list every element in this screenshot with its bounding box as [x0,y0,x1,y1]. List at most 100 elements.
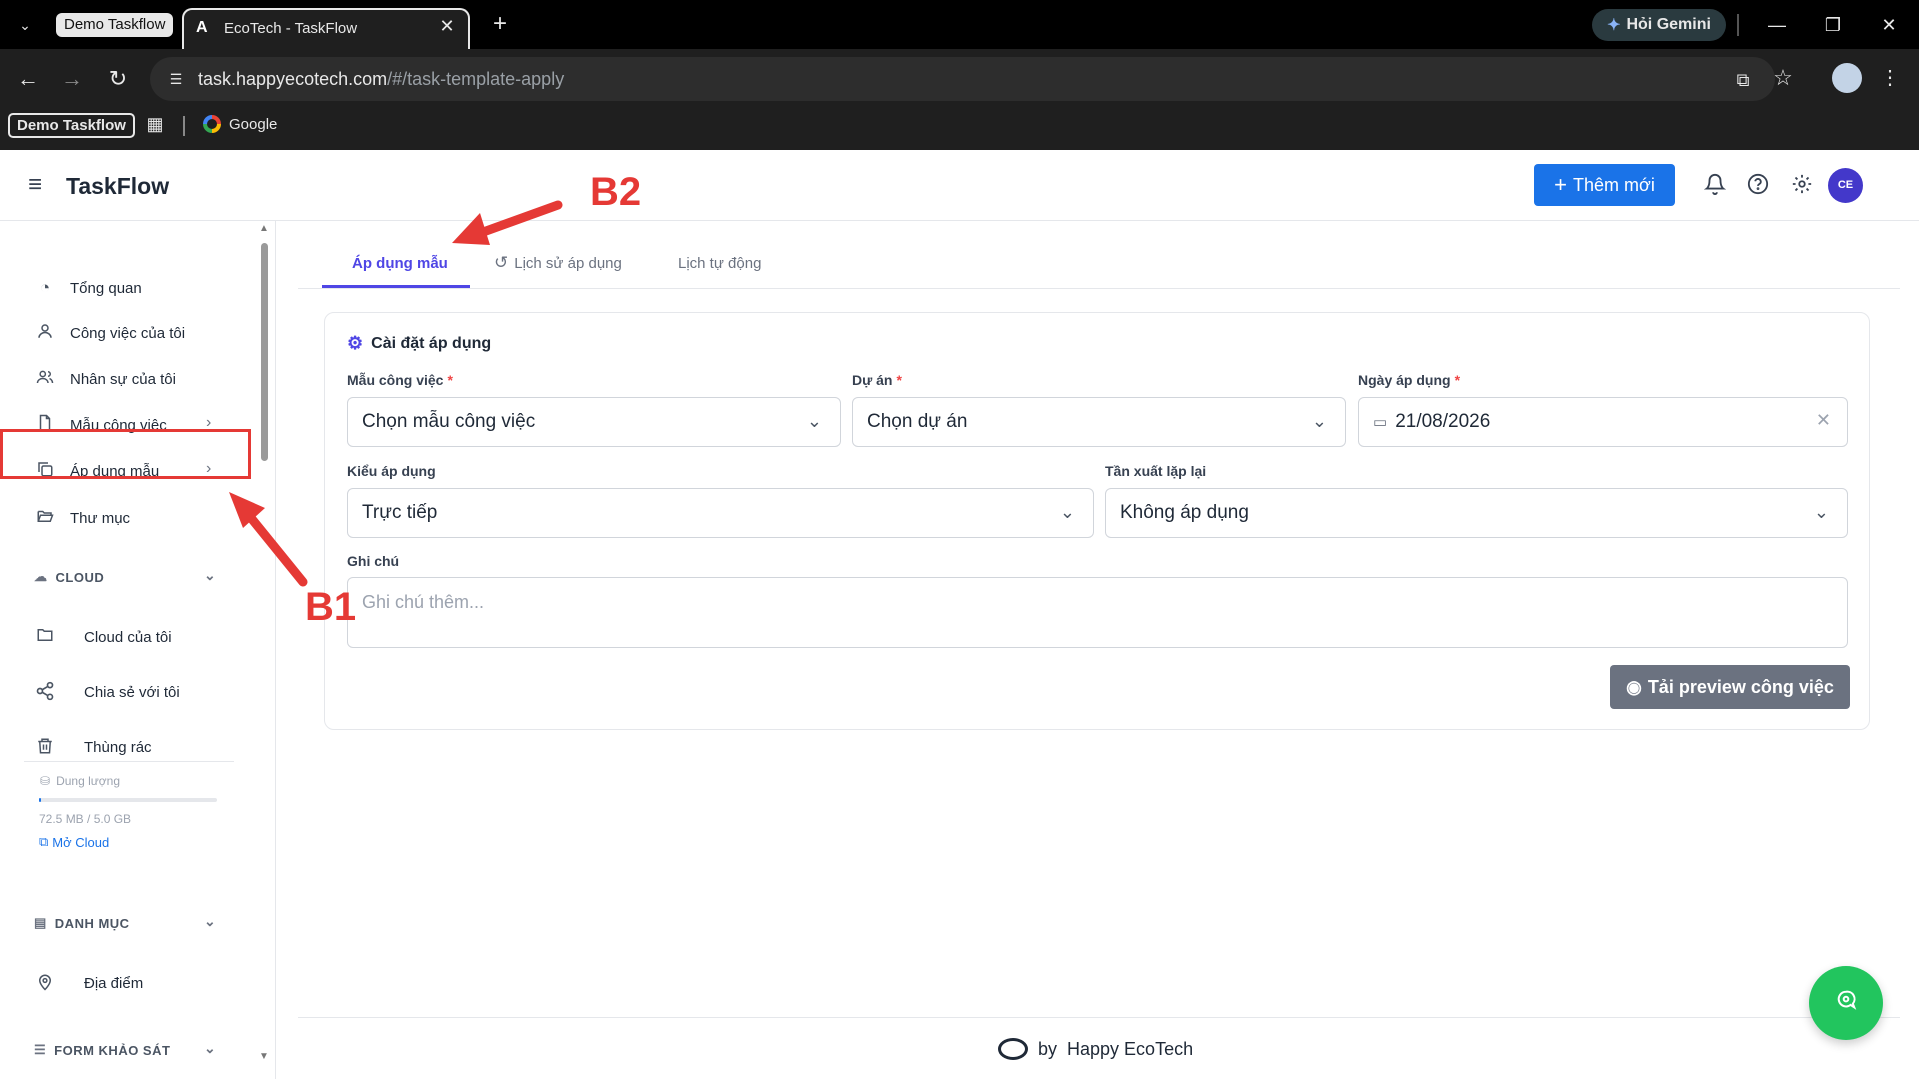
sidebar-item-label: Tổng quan [70,279,142,297]
profile-avatar[interactable] [1832,63,1862,93]
google-logo-icon [203,115,221,133]
sidebar-section-survey[interactable]: ☰ FORM KHẢO SÁT ⌄ [0,1038,252,1062]
bookmark-star-icon[interactable]: ☆ [1770,65,1796,91]
tab-title: EcoTech - TaskFlow [224,20,358,37]
browser-menu-icon[interactable]: ⋮ [1880,65,1900,93]
note-label: Ghi chú [347,553,400,569]
open-cloud-label: Mở Cloud [52,834,110,850]
open-cloud-link[interactable]: ⧉ Mở Cloud [39,834,109,850]
project-select-value: Chọn dự án [867,411,968,432]
gemini-button[interactable]: ✦ Hỏi Gemini [1592,9,1726,41]
sidebar-item-folders[interactable]: Thư mục [0,498,252,538]
date-picker[interactable]: ▭ 21/08/2026 ✕ [1358,397,1848,447]
forward-icon[interactable]: → [58,65,86,93]
ecotech-logo-icon [998,1038,1028,1060]
preview-button-label: Tải preview công việc [1647,676,1834,697]
active-tab-underline [322,285,470,288]
calendar-icon: ▭ [1373,414,1388,431]
external-link-icon: ⧉ [39,834,49,849]
sidebar-item-locations[interactable]: Địa điểm [0,963,252,1003]
bookmark-group-chip[interactable]: Demo Taskflow [8,113,135,138]
chevron-down-icon: ⌄ [1059,502,1075,522]
avatar[interactable]: CE [1828,168,1863,203]
footer-by: by [1038,1038,1058,1059]
hamburger-menu-icon[interactable]: ≡ [22,172,48,198]
note-textarea[interactable]: Ghi chú thêm... [347,577,1848,648]
chevron-down-icon: ⌄ [806,411,822,431]
close-tab-icon[interactable]: ✕ [436,16,458,38]
back-icon[interactable]: ← [14,65,42,93]
minimize-icon[interactable]: — [1764,12,1790,38]
sidebar-item-label: Chia sẻ với tôi [84,683,180,701]
tab-favicon-icon: A [196,19,208,36]
eye-icon: ◉ [1626,676,1642,697]
chevron-down-icon: ⌄ [1311,411,1327,431]
browser-chrome: ⌄ Demo Taskflow A EcoTech - TaskFlow ✕ +… [0,0,1919,150]
apply-type-value: Trực tiếp [362,502,438,523]
add-new-label: Thêm mới [1573,174,1655,195]
chevron-down-icon: ⌄ [1813,502,1829,522]
template-select[interactable]: Chọn mẫu công việc ⌄ [347,397,841,447]
storage-label-text: Dung lượng [56,774,120,788]
help-icon[interactable] [1745,173,1771,199]
database-icon: ⛁ [40,774,51,788]
sidebar-item-label: Thư mục [70,509,131,527]
translate-icon[interactable]: ⧉ [1730,67,1756,93]
tab-search-icon[interactable]: ⌄ [12,12,38,38]
sidebar-item-my-cloud[interactable]: Cloud của tôi [0,617,252,657]
tab-group-chip[interactable]: Demo Taskflow [56,13,174,37]
section-label: CLOUD [55,569,105,585]
sidebar-section-categories[interactable]: ▤ DANH MỤC ⌄ [0,911,252,935]
sidebar-item-label: Công việc của tôi [70,324,186,342]
bookmark-google[interactable]: Google [203,115,277,133]
url-text[interactable]: task.happyecotech.com/#/task-template-ap… [198,69,564,90]
scroll-up-arrow-icon[interactable]: ▲ [258,223,270,235]
browser-tab-active[interactable]: A EcoTech - TaskFlow ✕ [182,8,470,49]
gear-icon[interactable] [1789,173,1815,199]
sidebar-item-label: Cloud của tôi [84,628,172,646]
restore-icon[interactable]: ❐ [1820,12,1846,38]
storage-progress-fill [39,798,42,802]
site-info-icon[interactable]: ☰ [164,67,188,91]
project-label: Dự án * [852,372,902,388]
tab-label: Lịch sử áp dụng [514,254,622,272]
load-preview-button[interactable]: ◉ Tải preview công việc [1610,665,1850,709]
sidebar-section-cloud[interactable]: ☁ CLOUD ⌄ [0,565,252,589]
clock-icon: ◔ [39,278,51,297]
apply-type-select[interactable]: Trực tiếp ⌄ [347,488,1094,538]
tab-auto-schedule[interactable]: Lịch tự động [678,237,761,289]
users-icon [34,368,56,390]
repeat-select[interactable]: Không áp dụng ⌄ [1105,488,1848,538]
tab-label: Lịch tự động [678,254,762,272]
address-bar[interactable]: ☰ task.happyecotech.com/#/task-template-… [150,57,1793,101]
sidebar-item-my-tasks[interactable]: Công việc của tôi [0,313,252,353]
footer-brand: Happy EcoTech [1067,1038,1194,1059]
project-select[interactable]: Chọn dự án ⌄ [852,397,1346,447]
share-icon [34,681,56,703]
apply-settings-card: ⚙ Cài đặt áp dụng Mẫu công việc * Chọn mẫ… [324,312,1870,730]
sidebar-item-shared-with-me[interactable]: Chia sẻ với tôi [0,672,252,712]
sidebar-scrollbar-thumb[interactable] [261,243,268,461]
bell-icon[interactable] [1702,173,1728,199]
reload-icon[interactable]: ↻ [104,65,132,93]
divider [183,116,185,136]
clear-icon[interactable]: ✕ [1816,410,1831,431]
chat-fab-button[interactable] [1809,966,1883,1040]
chevron-down-icon: ⌄ [204,913,217,929]
repeat-value: Không áp dụng [1120,502,1249,523]
sidebar-item-my-staff[interactable]: Nhân sự của tôi [0,359,252,399]
new-tab-icon[interactable]: + [486,10,514,38]
apps-grid-icon[interactable]: ▦ [144,114,166,136]
sidebar-item-overview[interactable]: ◔ Tổng quan [0,268,252,308]
chat-search-icon [1835,989,1857,1017]
annotation-b1: B1 [305,585,357,629]
bookmarks-bar: Demo Taskflow ▦ Google [0,109,1919,150]
tab-apply-template[interactable]: Áp dụng mẫu [352,237,448,289]
close-window-icon[interactable]: ✕ [1876,12,1902,38]
template-select-value: Chọn mẫu công việc [362,411,536,432]
chevron-down-icon: ⌄ [204,1040,217,1056]
scroll-down-arrow-icon[interactable]: ▼ [258,1051,270,1063]
add-new-button[interactable]: + Thêm mới [1534,164,1675,206]
history-icon: ↺ [494,253,509,272]
template-label: Mẫu công việc * [347,372,453,388]
